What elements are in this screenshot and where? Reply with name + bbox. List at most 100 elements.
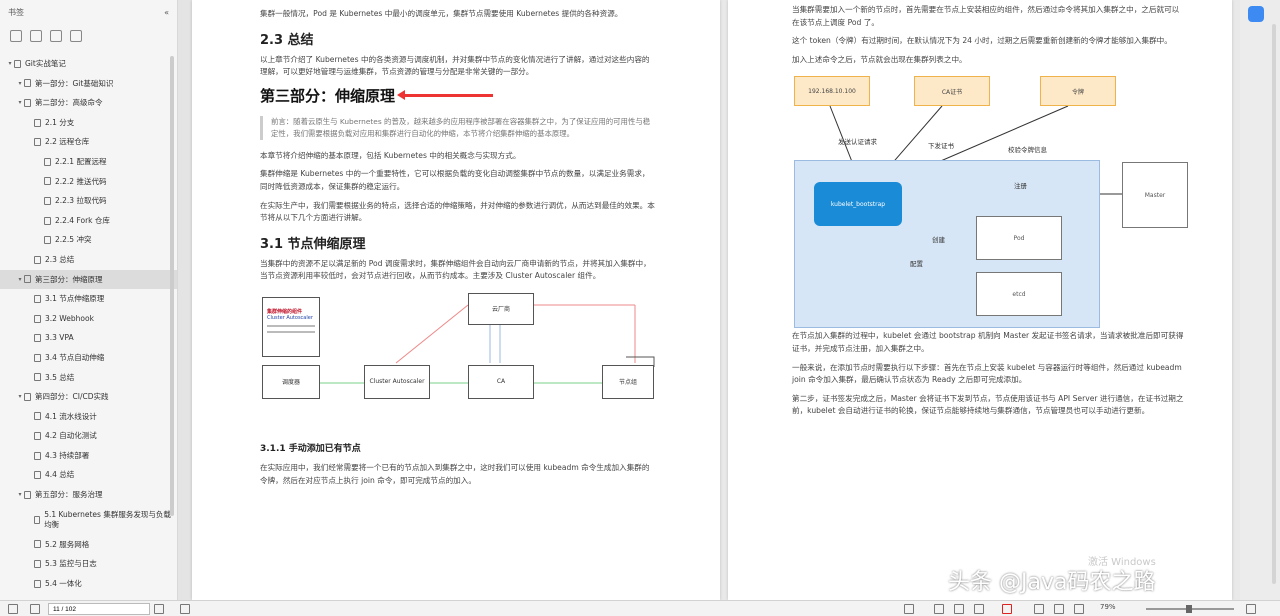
expand-window-icon[interactable] [1246,604,1256,614]
toc-item[interactable]: 4.4 总结 [0,465,177,485]
toc-item-label: 4.3 持续部署 [45,450,90,460]
record-icon[interactable] [1002,604,1012,614]
diagram2-pod-box: Pod [976,216,1062,261]
next-page-icon[interactable] [154,604,164,614]
toc-item[interactable]: 3.1 节点伸缩原理 [0,289,177,309]
toc-expand-icon[interactable]: ▾ [16,387,24,407]
heading-3-1: 3.1 节点伸缩原理 [260,236,366,252]
toc-item-label: 2.1 分支 [45,117,75,127]
last-page-icon[interactable] [180,604,190,614]
sidebar-header: 书签 « [0,0,177,24]
sidebar-scrollbar[interactable] [170,56,174,516]
toc-item-label: 2.2.5 冲突 [55,235,92,245]
fit-page-icon[interactable] [904,604,914,614]
rotate-icon[interactable] [1054,604,1064,614]
toc-item[interactable]: ▾ 第二部分：高级命令 [0,93,177,113]
document-page-left: 集群一般情况，Pod 是 Kubernetes 中最小的调度单元，集群节点需要使… [192,0,720,600]
diagram-box-cloud: 云厂商 [468,292,534,325]
toc-item[interactable]: 2.2.4 Fork 仓库 [0,211,177,231]
toc-item[interactable]: 2.1 分支 [0,113,177,133]
page-number-input[interactable] [48,603,150,615]
diagram-box-scheduler: 调度器 [262,364,320,399]
bookmark-icon [24,275,31,284]
toc-item[interactable]: 4.1 流水线设计 [0,407,177,427]
toc-expand-icon[interactable]: ▾ [16,270,24,290]
toc-expand-icon[interactable]: ▾ [16,93,24,113]
quote-block: 前言：随着云原生与 Kubernetes 的普及，越来越多的应用程序被部署在容器… [260,115,656,140]
doc-line [267,330,315,333]
toc-item[interactable]: ▾ 第三部分：伸缩原理 [0,269,177,290]
expand-all-icon[interactable] [10,30,22,42]
toc-item[interactable]: ▾ 第五部分：服务治理 [0,485,177,505]
zoom-percentage[interactable]: 79% [1100,603,1116,611]
document-scrollbar[interactable] [1272,24,1276,584]
paragraph: 集群一般情况，Pod 是 Kubernetes 中最小的调度单元，集群节点需要使… [260,9,623,18]
toc-expand-icon[interactable]: ▾ [6,54,14,74]
diagram2-kubelet-node: kubelet_bootstrap [814,182,902,227]
toc-item-label: 2.2.4 Fork 仓库 [55,215,110,225]
toc-item[interactable]: 3.4 节点自动伸缩 [0,348,177,368]
toc-item-label: 4.1 流水线设计 [45,411,97,421]
paragraph: 加入上述命令之后，节点就会出现在集群列表之中。 [792,54,967,64]
label-config: 配置 [910,260,923,269]
toc-item[interactable]: 2.2.5 冲突 [0,230,177,250]
toc-item[interactable]: 3.2 Webhook [0,309,177,329]
toc-item[interactable]: 5.2 服务网格 [0,535,177,555]
diagram2-box-token: 令牌 [1040,76,1116,107]
toc-item[interactable]: 5.1 Kubernetes 集群服务发现与负载均衡 [0,505,177,535]
bookmark-icon [34,471,41,480]
fullscreen-icon[interactable] [1074,604,1084,614]
toc-item-label: 4.4 总结 [45,470,75,480]
toc-item[interactable]: 3.3 VPA [0,328,177,348]
bookmark-icon [44,216,51,225]
double-page-icon[interactable] [954,604,964,614]
collapse-all-icon[interactable] [30,30,42,42]
delete-bookmark-icon[interactable] [70,30,82,42]
continuous-icon[interactable] [974,604,984,614]
bookmark-icon [34,579,41,588]
toc-item[interactable]: 3.5 总结 [0,368,177,388]
label-create: 创建 [932,236,945,245]
bookmark-icon [34,432,41,441]
sidebar-collapse-icon[interactable]: « [164,8,169,17]
zoom-slider[interactable] [1146,605,1234,613]
paragraph: 当集群需要加入一个新的节点时，首先需要在节点上安装相应的组件，然后通过命令将其加… [792,5,1180,27]
heading-2-3: 2.3 总结 [260,32,314,48]
author-watermark: 头条 @Java码农之路 [948,570,1156,595]
toc-item[interactable]: 2.2 远程仓库 [0,132,177,152]
bookmark-icon [14,59,21,68]
diagram-box-ca: CA [468,364,534,399]
toc-item[interactable]: 5.4 一体化 [0,574,177,594]
doc-line [267,324,315,327]
paragraph: 本章节将介绍伸缩的基本原理，包括 Kubernetes 中的相关概念与实现方式。 [260,150,521,160]
diagram2-master-box: Master [1122,162,1188,229]
toc-item[interactable]: ▾ Git实战笔记 [0,54,177,74]
autoscaler-diagram: 集群伸缩的组件 Cluster Autoscaler 调度器 Cluster A… [260,291,656,429]
toc-item[interactable]: 5.3 监控与日志 [0,554,177,574]
toc-item-label: 3.1 节点伸缩原理 [45,294,105,304]
heading-3-1-1: 3.1.1 手动添加已有节点 [260,443,361,454]
toc-expand-icon[interactable]: ▾ [16,485,24,505]
toc-item[interactable]: 2.2.2 推送代码 [0,172,177,192]
paragraph: 这个 token（令牌）有过期时间，在默认情况下为 24 小时，过期之后需要重新… [792,36,1172,46]
heading-part-3-text: 第三部分：伸缩原理 [260,86,396,105]
bookmark-icon [44,177,51,186]
toc-item[interactable]: 4.2 自动化测试 [0,426,177,446]
add-bookmark-icon[interactable] [50,30,62,42]
view-mode-icon[interactable] [1034,604,1044,614]
bookmark-icon [34,353,41,362]
bookmark-icon [24,79,31,88]
bookmark-icon [44,196,51,205]
toc-item[interactable]: 2.2.1 配置远程 [0,152,177,172]
first-page-icon[interactable] [8,604,18,614]
single-page-icon[interactable] [934,604,944,614]
bootstrap-diagram: 192.168.10.100 CA证书 令牌 发送认证请求 下发证书 校验令牌信… [792,72,1188,329]
toc-item[interactable]: 2.2.3 拉取代码 [0,191,177,211]
toc-expand-icon[interactable]: ▾ [16,74,24,94]
toc-item[interactable]: 2.3 总结 [0,250,177,270]
toc-item[interactable]: 4.3 持续部署 [0,446,177,466]
assistant-floating-button[interactable] [1248,6,1264,22]
toc-item[interactable]: ▾ 第四部分：CI/CD实践 [0,387,177,407]
toc-item[interactable]: ▾ 第一部分：Git基础知识 [0,74,177,94]
prev-page-icon[interactable] [30,604,40,614]
